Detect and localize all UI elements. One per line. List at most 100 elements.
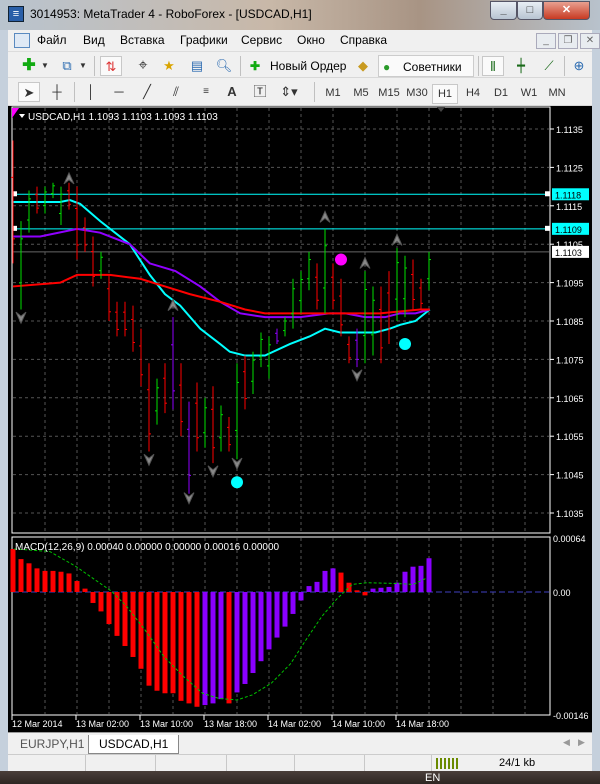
ohlc-bar bbox=[155, 378, 159, 425]
metatrader-icon: ≡ bbox=[8, 6, 24, 22]
menu-help[interactable]: Справка bbox=[340, 33, 387, 47]
chart-shift-marker-icon bbox=[437, 107, 445, 112]
timeframe-d1[interactable]: D1 bbox=[488, 84, 514, 104]
mdi-minimize-button[interactable]: _ bbox=[536, 33, 556, 49]
timeframe-m1[interactable]: M1 bbox=[320, 84, 346, 104]
profiles-icon[interactable]: ⧉ bbox=[56, 56, 78, 76]
macd-tick-label: 0.00 bbox=[553, 588, 571, 598]
ohlc-bar bbox=[123, 301, 127, 337]
time-tick-label: 14 Mar 10:00 bbox=[332, 719, 385, 729]
menu-file[interactable]: Файл bbox=[37, 33, 67, 47]
minimize-button[interactable]: _ bbox=[490, 1, 517, 20]
time-tick-label: 12 Mar 2014 bbox=[12, 719, 63, 729]
macd-histogram-bar bbox=[42, 570, 48, 592]
strategy-tester-icon[interactable]: 🔍︎ bbox=[213, 56, 235, 76]
new-chart-icon[interactable]: ✚ bbox=[18, 56, 40, 76]
menu-view[interactable]: Вид bbox=[83, 33, 105, 47]
maximize-button[interactable]: □ bbox=[517, 1, 543, 20]
horizontal-line-icon[interactable]: ─ bbox=[108, 82, 130, 102]
timeframe-h4[interactable]: H4 bbox=[460, 84, 486, 104]
ohlc-bar bbox=[219, 405, 223, 452]
chevron-down-icon bbox=[19, 114, 25, 118]
menu-insert[interactable]: Вставка bbox=[120, 33, 165, 47]
zoom-in-icon[interactable]: ⊕ bbox=[568, 56, 590, 76]
price-chart[interactable]: 1.11351.11251.11151.11051.10951.10851.10… bbox=[8, 106, 592, 732]
mdi-close-button[interactable]: ✕ bbox=[580, 33, 600, 49]
equidistant-channel-icon[interactable]: ⫽ bbox=[165, 82, 187, 102]
terminal-icon[interactable]: ▤ bbox=[186, 56, 208, 76]
tab-scroll-right-icon[interactable]: ▶ bbox=[578, 737, 585, 748]
fractal-down-arrow-icon bbox=[231, 457, 243, 471]
macd-histogram-bar bbox=[162, 592, 168, 694]
macd-histogram-bar bbox=[362, 592, 368, 596]
fibonacci-icon[interactable]: ≡ bbox=[195, 82, 217, 102]
ohlc-bar bbox=[243, 355, 247, 410]
language-indicator[interactable]: EN bbox=[425, 772, 440, 784]
chart-window-icon bbox=[14, 33, 30, 48]
candlestick-chart-icon[interactable]: ┿ bbox=[510, 56, 532, 76]
timeframe-m15[interactable]: M15 bbox=[376, 84, 402, 104]
macd-histogram-bar bbox=[26, 563, 32, 592]
macd-histogram-bar bbox=[202, 592, 208, 706]
macd-histogram-bar bbox=[426, 558, 432, 592]
cursor-icon[interactable]: ➤ bbox=[18, 82, 40, 102]
timeframe-h1[interactable]: H1 bbox=[432, 84, 458, 104]
chart-tabs: EURJPY,H1 USDCAD,H1 ◀ ▶ bbox=[8, 732, 592, 754]
text-tool-icon[interactable]: A bbox=[221, 82, 243, 102]
navigator-icon[interactable]: ★ bbox=[158, 56, 180, 76]
price-level-label: 1.1103 bbox=[555, 248, 582, 258]
bar-chart-icon[interactable]: ⫴ bbox=[482, 56, 504, 76]
price-tick-label: 1.1055 bbox=[556, 432, 584, 442]
new-order-button[interactable]: ✚ Новый Ордер bbox=[246, 55, 346, 77]
fractal-down-arrow-icon bbox=[143, 453, 155, 467]
price-tick-label: 1.1065 bbox=[556, 394, 584, 404]
macd-histogram-bar bbox=[18, 559, 24, 592]
timeframe-m5[interactable]: M5 bbox=[348, 84, 374, 104]
metaeditor-icon[interactable]: ◆ bbox=[352, 56, 374, 76]
tab-scroll-left-icon[interactable]: ◀ bbox=[563, 737, 570, 748]
menu-tools[interactable]: Сервис bbox=[241, 33, 282, 47]
trendline-icon[interactable]: ╱ bbox=[136, 82, 158, 102]
moving-average-ma_slow bbox=[12, 273, 430, 315]
macd-histogram-bar bbox=[122, 592, 128, 647]
ohlc-bar bbox=[27, 190, 31, 233]
timeframe-m30[interactable]: M30 bbox=[404, 84, 430, 104]
macd-histogram-bar bbox=[234, 592, 240, 693]
ohlc-bar bbox=[35, 186, 39, 214]
crosshair-tool-icon[interactable]: ┼ bbox=[46, 82, 68, 102]
macd-histogram-bar bbox=[178, 592, 184, 701]
tab-eurjpy[interactable]: EURJPY,H1 bbox=[10, 735, 94, 754]
ohlc-bar bbox=[115, 301, 119, 337]
status-divider bbox=[294, 755, 295, 772]
close-button[interactable]: ✕ bbox=[543, 1, 590, 20]
menu-window[interactable]: Окно bbox=[297, 33, 325, 47]
ohlc-bar bbox=[147, 363, 151, 452]
macd-histogram-bar bbox=[154, 592, 160, 691]
tab-usdcad[interactable]: USDCAD,H1 bbox=[88, 735, 180, 754]
macd-histogram-bar bbox=[330, 568, 336, 592]
chevron-down-icon[interactable]: ▼ bbox=[78, 56, 88, 76]
arrows-tool-icon[interactable]: ⇕▾ bbox=[278, 82, 300, 102]
market-watch-icon[interactable]: ⇅ bbox=[100, 56, 122, 76]
macd-histogram-bar bbox=[322, 570, 328, 592]
level-handle bbox=[545, 191, 550, 197]
status-divider bbox=[226, 755, 227, 772]
ohlc-bar bbox=[195, 382, 199, 452]
crosshair-icon[interactable]: ⌖ bbox=[132, 56, 154, 76]
macd-histogram-bar bbox=[106, 592, 112, 625]
ohlc-bar bbox=[171, 317, 175, 410]
status-bar: 24/1 kb bbox=[8, 754, 592, 772]
moving-average-ma_fast bbox=[13, 199, 431, 357]
menu-charts[interactable]: Графики bbox=[180, 33, 228, 47]
timeframe-w1[interactable]: W1 bbox=[516, 84, 542, 104]
timeframe-mn[interactable]: MN bbox=[544, 84, 570, 104]
mdi-restore-button[interactable]: ❐ bbox=[558, 33, 578, 49]
text-label-icon[interactable]: 🅃︎ bbox=[249, 82, 271, 102]
line-chart-icon[interactable]: ⟋ bbox=[538, 56, 560, 76]
expert-advisors-button[interactable]: ● Советники bbox=[378, 55, 474, 77]
chevron-down-icon[interactable]: ▼ bbox=[40, 56, 50, 76]
macd-histogram-bar bbox=[218, 592, 224, 700]
vertical-line-icon[interactable]: │ bbox=[80, 82, 102, 102]
chart-window[interactable]: 1.1135 1.1125 1.1115 1.1105 1.1095 1.1085 1.10… bbox=[8, 106, 592, 732]
ohlc-bar bbox=[411, 259, 415, 310]
